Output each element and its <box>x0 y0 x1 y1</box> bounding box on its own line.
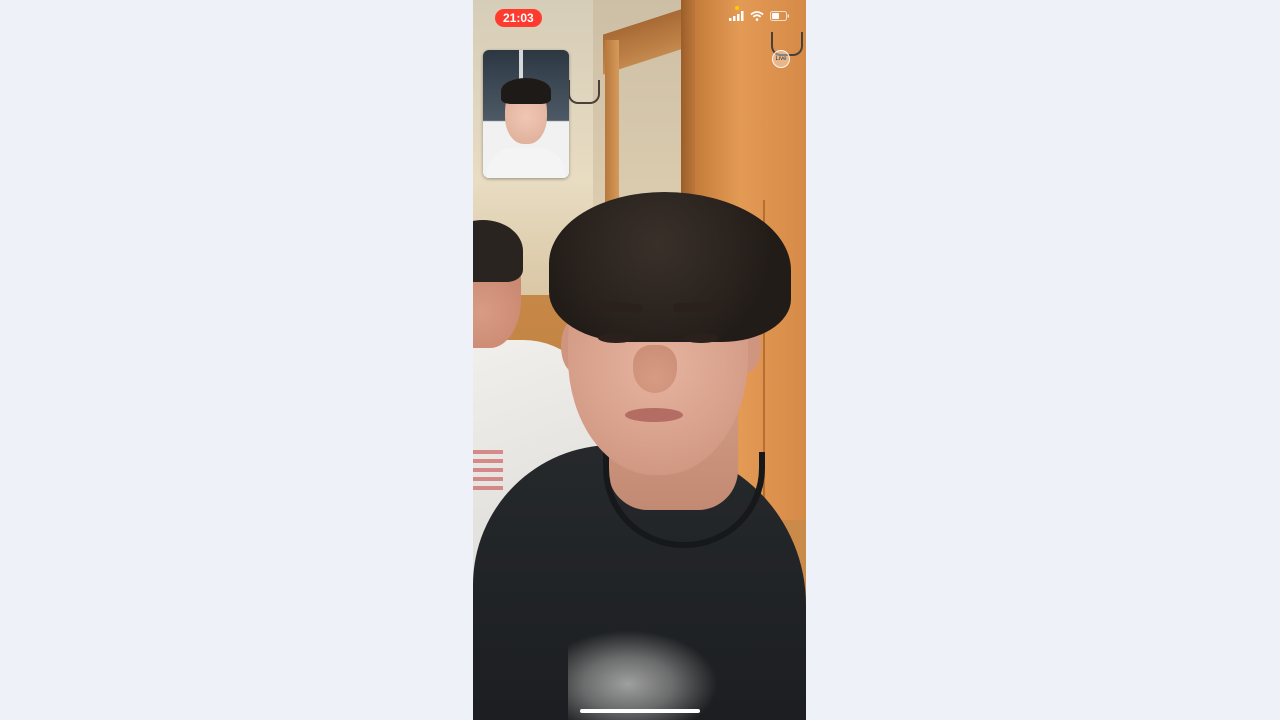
coat-hanger <box>568 80 600 104</box>
caller-eye <box>683 333 719 343</box>
cellular-signal-icon <box>729 11 744 21</box>
caller-mouth <box>625 408 683 422</box>
wifi-icon <box>750 11 764 21</box>
self-hair <box>501 78 551 104</box>
live-badge[interactable]: Live <box>772 50 790 68</box>
battery-icon <box>770 11 790 21</box>
shirt-print <box>473 450 503 490</box>
camera-in-use-dot <box>735 6 739 10</box>
shirt-graphic <box>568 630 718 720</box>
self-preview-window[interactable] <box>483 50 569 178</box>
video-call-screen: 21:03 Live <box>473 0 806 720</box>
self-shirt <box>487 148 565 178</box>
home-indicator[interactable] <box>580 709 700 713</box>
status-bar-time[interactable]: 21:03 <box>495 9 542 27</box>
caller-eye <box>598 333 634 343</box>
status-bar-icons <box>729 11 790 21</box>
caller-nose <box>633 345 677 393</box>
